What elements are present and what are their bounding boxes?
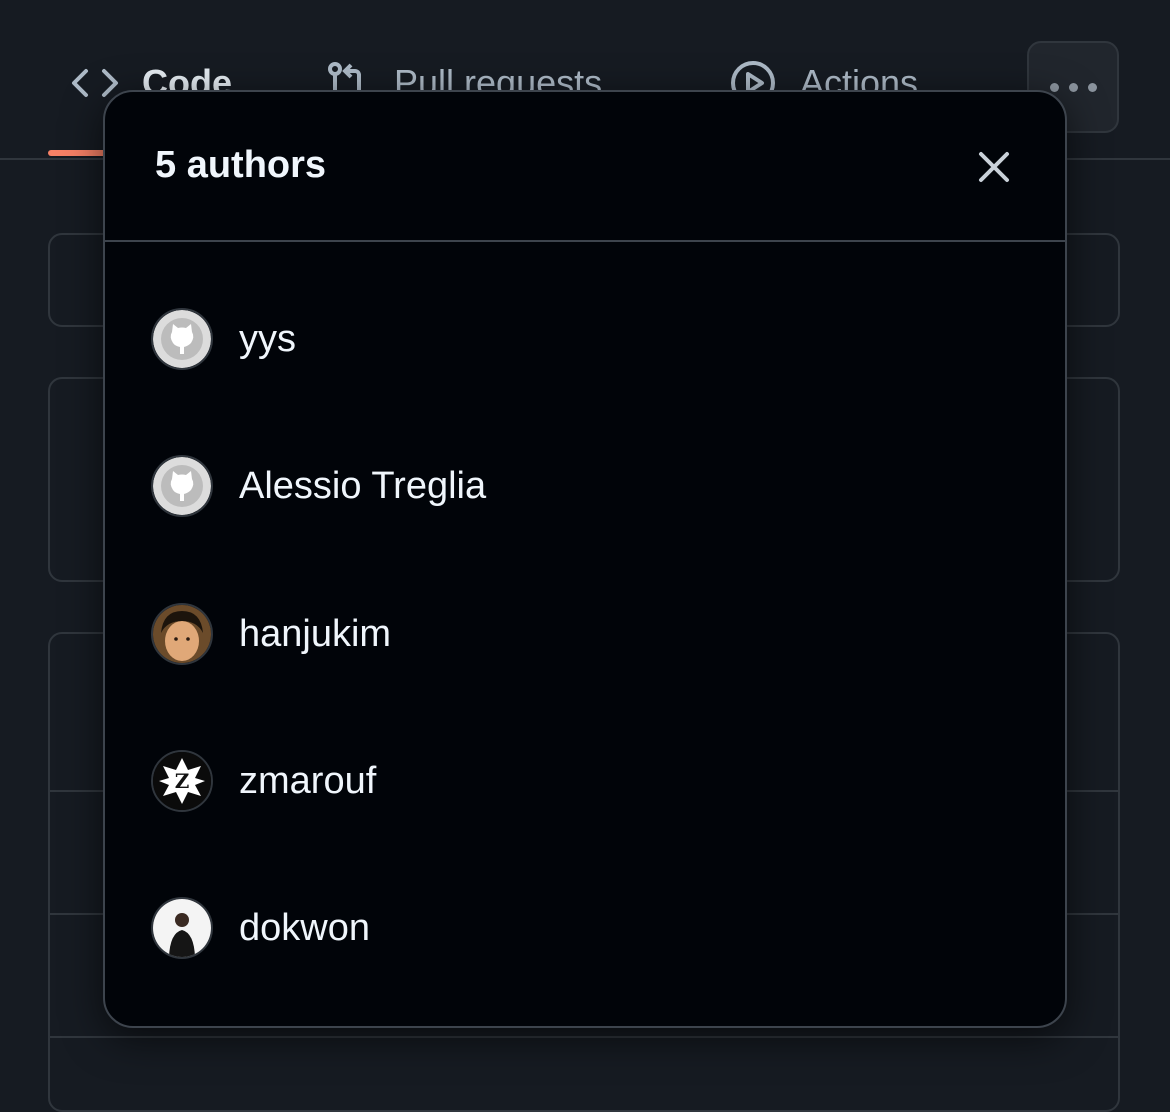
- emblem-avatar-icon: Z: [151, 750, 213, 812]
- author-item-zmarouf[interactable]: Z zmarouf: [151, 746, 376, 816]
- author-item-yys[interactable]: yys: [151, 304, 296, 374]
- author-item-hanjukim[interactable]: hanjukim: [151, 599, 391, 669]
- file-list-divider: [48, 1036, 1120, 1038]
- photo-avatar-icon: [151, 897, 213, 959]
- github-avatar-icon: [151, 455, 213, 517]
- author-name: dokwon: [239, 906, 370, 949]
- author-item-alessio-treglia[interactable]: Alessio Treglia: [151, 451, 486, 521]
- author-name: hanjukim: [239, 612, 392, 655]
- kebab-horizontal-icon: [1049, 82, 1097, 92]
- author-name: yys: [239, 317, 296, 360]
- dialog-title: 5 authors: [155, 144, 327, 186]
- author-item-dokwon[interactable]: dokwon: [151, 893, 370, 963]
- author-name: zmarouf: [239, 759, 377, 802]
- active-tab-indicator: [48, 150, 108, 156]
- svg-text:Z: Z: [175, 769, 190, 793]
- author-name: Alessio Treglia: [239, 464, 487, 507]
- github-avatar-icon: [151, 308, 213, 370]
- dialog-header: 5 authors: [105, 92, 1065, 242]
- authors-dialog: 5 authors yys Alessio Treglia hanjukim Z…: [103, 90, 1067, 1028]
- close-button[interactable]: [971, 146, 1017, 192]
- photo-avatar-icon: [151, 603, 213, 665]
- x-icon: [977, 150, 1011, 189]
